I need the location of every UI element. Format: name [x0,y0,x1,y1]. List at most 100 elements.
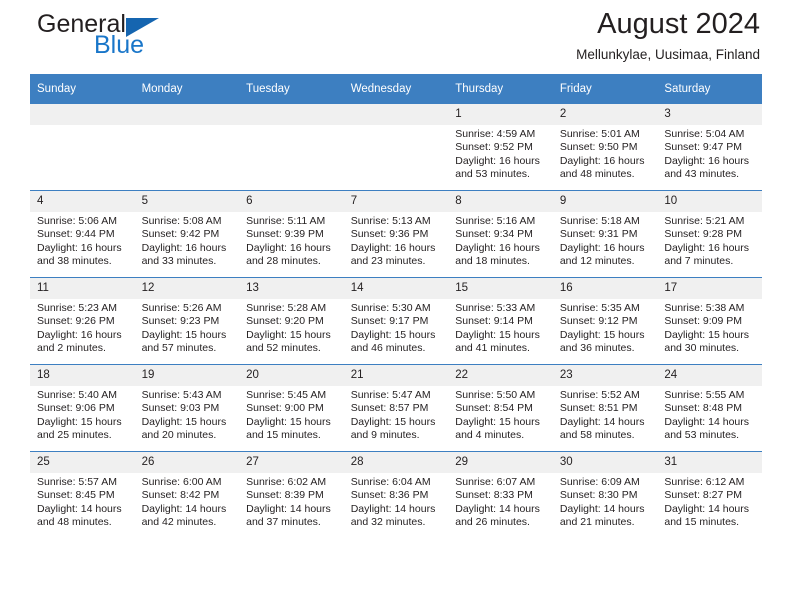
daylight-text: Daylight: 15 hours and 25 minutes. [37,415,122,442]
day-details: Sunrise: 6:04 AM Sunset: 8:36 PM Daylight:… [344,473,449,530]
brand-logo[interactable]: General Blue [37,12,267,68]
daylight-text: Daylight: 15 hours and 4 minutes. [455,415,540,442]
calendar-day-cell[interactable]: 17 Sunrise: 5:38 AM Sunset: 9:09 PM Dayligh… [657,277,762,365]
sunset-text: Sunset: 9:12 PM [559,315,638,328]
day-number: 13 [239,278,344,299]
calendar-day-cell[interactable]: 12 Sunrise: 5:26 AM Sunset: 9:23 PM Dayligh… [134,277,240,365]
sunrise-text: Sunrise: 5:16 AM [455,215,536,227]
sunrise-text: Sunrise: 5:43 AM [141,389,222,401]
sunrise-text: Sunrise: 5:06 AM [37,215,117,227]
day-number: 30 [552,452,658,473]
daylight-text: Daylight: 14 hours and 58 minutes. [559,415,645,442]
sunset-text: Sunset: 9:23 PM [141,315,220,328]
sunset-text: Sunset: 9:47 PM [664,141,743,154]
sunset-text: Sunset: 9:20 PM [246,315,324,328]
calendar-day-cell[interactable]: 7 Sunrise: 5:13 AM Sunset: 9:36 PM Daylight… [343,190,449,278]
day-details: Sunrise: 5:45 AM Sunset: 9:00 PM Daylight:… [239,386,344,443]
sunset-text: Sunset: 8:45 PM [37,489,115,502]
daylight-text: Daylight: 15 hours and 30 minutes. [664,328,750,355]
sunset-text: Sunset: 8:42 PM [141,489,220,502]
day-details: Sunrise: 5:21 AM Sunset: 9:28 PM Daylight:… [657,212,762,269]
sunrise-text: Sunrise: 5:21 AM [664,215,745,227]
calendar-day-cell[interactable]: 26 Sunrise: 6:00 AM Sunset: 8:42 PM Dayligh… [134,451,240,538]
day-number: 5 [134,191,240,212]
calendar-day-cell[interactable]: 29 Sunrise: 6:07 AM Sunset: 8:33 PM Dayligh… [448,451,553,538]
calendar-day-cell[interactable]: 5 Sunrise: 5:08 AM Sunset: 9:42 PM Daylight… [134,190,240,278]
sunrise-text: Sunrise: 6:09 AM [559,476,640,488]
calendar-day-cell[interactable]: 6 Sunrise: 5:11 AM Sunset: 9:39 PM Daylight… [239,190,344,278]
weekday-header-row: Sunday Monday Tuesday Wednesday Thursday… [30,74,762,104]
day-details: Sunrise: 5:43 AM Sunset: 9:03 PM Daylight:… [135,386,240,443]
day-box: 22 Sunrise: 5:50 AM Sunset: 8:54 PM Dayligh… [448,365,553,451]
day-details: Sunrise: 6:00 AM Sunset: 8:42 PM Daylight:… [135,473,240,530]
calendar-day-cell[interactable]: 28 Sunrise: 6:04 AM Sunset: 8:36 PM Dayligh… [343,451,449,538]
sunset-text: Sunset: 9:31 PM [559,228,638,241]
day-details: Sunrise: 6:07 AM Sunset: 8:33 PM Daylight:… [448,473,553,530]
sunset-text: Sunset: 9:28 PM [664,228,743,241]
sunrise-text: Sunrise: 5:01 AM [559,128,640,140]
calendar-week-row: 25 Sunrise: 5:57 AM Sunset: 8:45 PM Dayligh… [30,451,762,538]
calendar-day-cell[interactable]: 1 Sunrise: 4:59 AM Sunset: 9:52 PM Daylight… [448,103,553,191]
day-details: Sunrise: 5:11 AM Sunset: 9:39 PM Daylight:… [239,212,344,269]
sunrise-text: Sunrise: 6:04 AM [350,476,431,488]
calendar-day-cell[interactable]: 21 Sunrise: 5:47 AM Sunset: 8:57 PM Dayligh… [343,364,449,452]
day-number: 17 [657,278,762,299]
calendar-day-cell[interactable]: 10 Sunrise: 5:21 AM Sunset: 9:28 PM Dayligh… [657,190,762,278]
sunrise-text: Sunrise: 5:28 AM [246,302,327,314]
day-box: 27 Sunrise: 6:02 AM Sunset: 8:39 PM Dayligh… [239,452,344,538]
day-box: 17 Sunrise: 5:38 AM Sunset: 9:09 PM Dayligh… [657,278,762,364]
day-number [239,104,344,125]
calendar-day-cell[interactable]: 30 Sunrise: 6:09 AM Sunset: 8:30 PM Dayligh… [552,451,658,538]
calendar-day-cell[interactable]: 11 Sunrise: 5:23 AM Sunset: 9:26 PM Dayligh… [30,277,135,365]
calendar-day-cell[interactable]: 23 Sunrise: 5:52 AM Sunset: 8:51 PM Dayligh… [552,364,658,452]
day-number: 10 [657,191,762,212]
calendar-day-cell[interactable]: 3 Sunrise: 5:04 AM Sunset: 9:47 PM Daylight… [657,103,762,191]
calendar-day-cell[interactable]: 15 Sunrise: 5:33 AM Sunset: 9:14 PM Dayligh… [448,277,553,365]
calendar-week-row: 11 Sunrise: 5:23 AM Sunset: 9:26 PM Dayligh… [30,277,762,365]
calendar-day-cell[interactable]: 13 Sunrise: 5:28 AM Sunset: 9:20 PM Dayligh… [239,277,344,365]
sunset-text: Sunset: 9:44 PM [37,228,115,241]
calendar-day-cell[interactable]: 4 Sunrise: 5:06 AM Sunset: 9:44 PM Daylight… [30,190,135,278]
day-details: Sunrise: 5:23 AM Sunset: 9:26 PM Daylight:… [30,299,135,356]
calendar-day-cell[interactable]: 31 Sunrise: 6:12 AM Sunset: 8:27 PM Dayligh… [657,451,762,538]
daylight-text: Daylight: 15 hours and 9 minutes. [350,415,436,442]
calendar-day-cell[interactable]: 9 Sunrise: 5:18 AM Sunset: 9:31 PM Daylight… [552,190,658,278]
calendar-week-row: 4 Sunrise: 5:06 AM Sunset: 9:44 PM Daylight… [30,190,762,278]
day-number: 2 [552,104,658,125]
sunset-text: Sunset: 9:00 PM [246,402,324,415]
day-number: 6 [239,191,344,212]
calendar-page: General Blue August 2024 Mellunkylae, Uu… [0,0,792,612]
daylight-text: Daylight: 16 hours and 43 minutes. [664,154,750,181]
calendar-day-cell[interactable]: 18 Sunrise: 5:40 AM Sunset: 9:06 PM Dayligh… [30,364,135,452]
daylight-text: Daylight: 16 hours and 53 minutes. [455,154,540,181]
calendar-day-cell[interactable]: 22 Sunrise: 5:50 AM Sunset: 8:54 PM Dayligh… [448,364,553,452]
day-number [343,104,449,125]
sunset-text: Sunset: 9:42 PM [141,228,220,241]
day-details: Sunrise: 6:09 AM Sunset: 8:30 PM Daylight:… [553,473,658,530]
calendar-day-cell[interactable]: 27 Sunrise: 6:02 AM Sunset: 8:39 PM Dayligh… [239,451,344,538]
calendar-day-cell[interactable]: 20 Sunrise: 5:45 AM Sunset: 9:00 PM Dayligh… [239,364,344,452]
weekday-header-sunday: Sunday [30,74,135,104]
day-box: 12 Sunrise: 5:26 AM Sunset: 9:23 PM Dayligh… [134,278,240,364]
sunrise-text: Sunrise: 6:07 AM [455,476,536,488]
daylight-text: Daylight: 15 hours and 20 minutes. [141,415,227,442]
calendar-day-cell[interactable]: 8 Sunrise: 5:16 AM Sunset: 9:34 PM Daylight… [448,190,553,278]
calendar-day-cell[interactable]: 2 Sunrise: 5:01 AM Sunset: 9:50 PM Daylight… [552,103,658,191]
sunset-text: Sunset: 8:36 PM [350,489,429,502]
sunset-text: Sunset: 9:39 PM [246,228,324,241]
day-details: Sunrise: 5:30 AM Sunset: 9:17 PM Daylight:… [344,299,449,356]
sunrise-text: Sunrise: 5:52 AM [559,389,640,401]
daylight-text: Daylight: 15 hours and 15 minutes. [246,415,331,442]
calendar-day-cell[interactable]: 14 Sunrise: 5:30 AM Sunset: 9:17 PM Dayligh… [343,277,449,365]
calendar-day-cell[interactable]: 16 Sunrise: 5:35 AM Sunset: 9:12 PM Dayligh… [552,277,658,365]
calendar-day-cell[interactable]: 25 Sunrise: 5:57 AM Sunset: 8:45 PM Dayligh… [30,451,135,538]
day-box: 11 Sunrise: 5:23 AM Sunset: 9:26 PM Dayligh… [30,278,135,364]
day-details: Sunrise: 5:33 AM Sunset: 9:14 PM Daylight:… [448,299,553,356]
calendar-day-cell[interactable]: 24 Sunrise: 5:55 AM Sunset: 8:48 PM Dayligh… [657,364,762,452]
sunrise-text: Sunrise: 5:38 AM [664,302,745,314]
sunrise-text: Sunrise: 5:18 AM [559,215,640,227]
day-box: 23 Sunrise: 5:52 AM Sunset: 8:51 PM Dayligh… [552,365,658,451]
day-box: 31 Sunrise: 6:12 AM Sunset: 8:27 PM Dayligh… [657,452,762,538]
day-box: 21 Sunrise: 5:47 AM Sunset: 8:57 PM Dayligh… [343,365,449,451]
calendar-day-cell[interactable]: 19 Sunrise: 5:43 AM Sunset: 9:03 PM Dayligh… [134,364,240,452]
